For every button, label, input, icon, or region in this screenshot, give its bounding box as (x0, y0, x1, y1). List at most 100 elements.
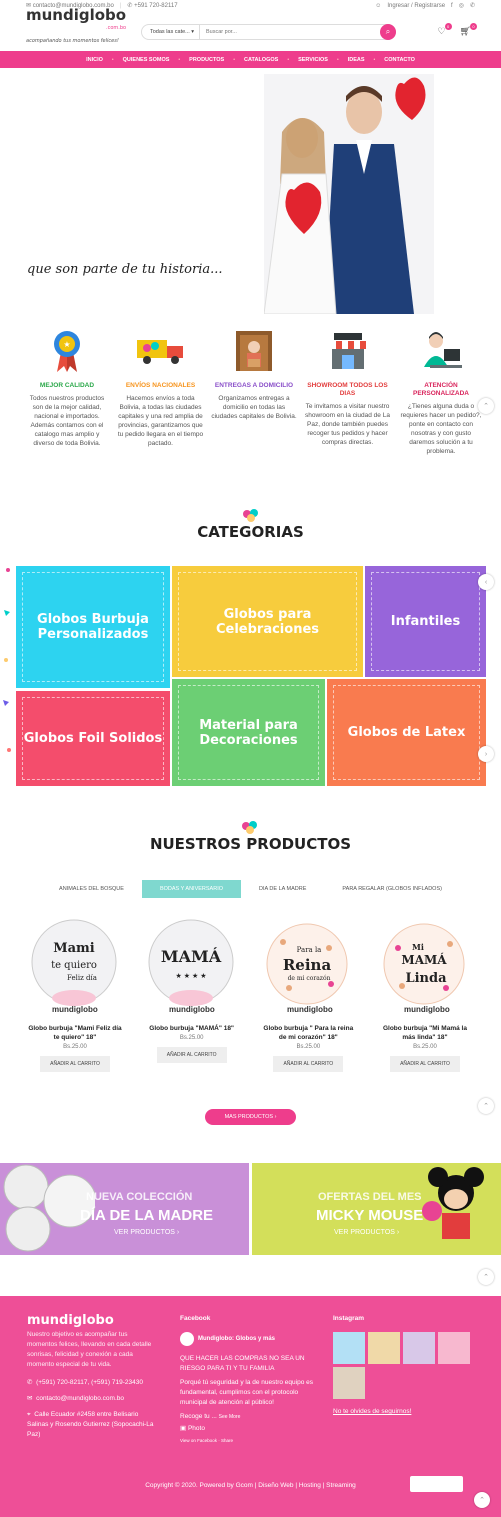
product-list: Mami te quiero Feliz día mundiglobo Globo b… (26, 918, 474, 1072)
add-to-cart-button[interactable]: AÑADIR AL CARRITO (156, 1047, 227, 1063)
tab-para-regalar[interactable]: PARA REGALAR (GLOBOS INFLADOS) (324, 880, 460, 898)
banner-micky-mouse[interactable]: OFERTAS DEL MES MICKY MOUSE VER PRODUCTO… (252, 1163, 501, 1255)
tab-animales-del-bosque[interactable]: ANIMALES DEL BOSQUE (41, 880, 142, 898)
footer-logo[interactable]: mundiglobo (27, 1314, 155, 1327)
instagram-photo[interactable] (368, 1332, 400, 1364)
wishlist-count: 0 (444, 23, 452, 30)
add-to-cart-button[interactable]: AÑADIR AL CARRITO (273, 1056, 344, 1072)
logo[interactable]: mundiglobo .com.bo acompañando tus momen… (26, 7, 126, 48)
category-globos-latex[interactable]: Globos de Latex (327, 679, 486, 786)
feature-text: Hacemos envíos a toda Bolivia, a todas l… (117, 395, 204, 447)
feature-quality: ★ MEJOR CALIDAD Todos nuestros productos… (24, 326, 110, 456)
banner-right-line1: OFERTAS DEL MES (318, 1191, 422, 1203)
nav-servicios[interactable]: SERVICIOS (289, 57, 337, 63)
product-watermark: mundiglobo (169, 1005, 215, 1014)
nav-ideas[interactable]: IDEAS (339, 57, 374, 63)
add-to-cart-button[interactable]: AÑADIR AL CARRITO (390, 1056, 460, 1072)
fb-post-title: QUE HACER LAS COMPRAS NO SEA UN RIESGO P… (180, 1355, 305, 1372)
product-name[interactable]: Globo burbuja "Mami Feliz día te quiero"… (26, 1024, 124, 1042)
product-watermark: mundiglobo (404, 1005, 450, 1014)
tab-dia-de-la-madre[interactable]: DIA DE LA MADRE (241, 880, 324, 898)
header-icons: ♡ 0 🛒︎ 0 (437, 23, 477, 37)
category-celebraciones[interactable]: Globos para Celebraciones (172, 566, 363, 677)
category-globos-burbuja[interactable]: Globos Burbuja Personalizados (16, 566, 170, 688)
feature-title: ENTREGAS A DOMICILIO (214, 382, 294, 389)
nav-quienes-somos[interactable]: QUIENES SOMOS (114, 57, 179, 63)
scroll-up-button[interactable]: ⌃ (478, 1098, 494, 1114)
fb-see-more-link[interactable]: See More (219, 1414, 241, 1420)
product-card: Mami te quiero Feliz día mundiglobo Globo b… (26, 918, 124, 1072)
fb-view-link[interactable]: View on Facebook · Share (180, 1436, 320, 1446)
features-row: ★ MEJOR CALIDAD Todos nuestros productos… (24, 326, 484, 456)
nav-inicio[interactable]: INICIO (77, 57, 112, 63)
product-name[interactable]: Globo burbuja "MAMÁ" 18" (143, 1024, 241, 1033)
top-phone[interactable]: +591 720-82117 (134, 3, 177, 9)
footer-about: mundiglobo Nuestro objetivo es acompañar… (27, 1314, 155, 1440)
footer-phones: ✆ (+591) 720-82117, (+591) 719-23430 (27, 1379, 143, 1386)
carousel-prev-button[interactable]: ‹ (478, 574, 494, 590)
fb-page-name[interactable]: Mundiglobo: Globos y más (198, 1334, 275, 1344)
facebook-icon[interactable]: f (451, 3, 453, 9)
payment-badge (410, 1476, 463, 1492)
product-image[interactable]: MAMÁ ★ ★ ★ ★ mundiglobo (143, 918, 239, 1014)
product-image[interactable]: Mi MAMÁ Linda mundiglobo (376, 918, 472, 1014)
user-icon: ☺ (375, 2, 382, 9)
instagram-icon[interactable]: ◎ (459, 2, 464, 9)
instagram-photo[interactable] (333, 1332, 365, 1364)
search-bar: Todas las cate... ▾ ⌕ (141, 24, 396, 40)
hero-couple-image (264, 74, 434, 314)
category-material-decoraciones[interactable]: Material para Decoraciones (172, 679, 325, 786)
phone-icon: ✆ (27, 1379, 33, 1386)
tab-bodas-aniversario[interactable]: BODAS Y ANIVERSARIO (141, 880, 242, 898)
search-category-select[interactable]: Todas las cate... ▾ (142, 25, 200, 39)
instagram-follow-link[interactable]: No te olvides de seguirnos! (333, 1407, 478, 1417)
footer-address: ⌖ Calle Ecuador #2458 entre Belisario Sa… (27, 1411, 154, 1438)
nav-catalogos[interactable]: CATALOGOS (235, 57, 287, 63)
products-title: NUESTROS PRODUCTOS (149, 835, 352, 853)
category-foil-solidos[interactable]: Globos Foil Solidos (16, 691, 170, 786)
banner-dia-de-la-madre[interactable]: NUEVA COLECCIÓN DÍA DE LA MADRE VER PROD… (0, 1163, 249, 1255)
svg-text:★: ★ (63, 340, 70, 349)
nav-contacto[interactable]: CONTACTO (375, 57, 424, 63)
product-name[interactable]: Globo burbuja "Mi Mamá la más linda" 18" (376, 1024, 474, 1042)
banner-left-line1: NUEVA COLECCIÓN (86, 1191, 193, 1203)
login-link[interactable]: Ingresar / Registrarse (387, 3, 445, 9)
whatsapp-icon[interactable]: ✆ (470, 2, 475, 9)
instagram-photo[interactable] (403, 1332, 435, 1364)
banner-left-link[interactable]: VER PRODUCTOS › (114, 1229, 179, 1236)
footer-facebook: Facebook Mundiglobo: Globos y más QUE HA… (180, 1314, 320, 1446)
cart-icon[interactable]: 🛒︎ 0 (460, 23, 477, 37)
category-infantiles[interactable]: Infantiles (365, 566, 486, 677)
scroll-up-button[interactable]: ⌃ (478, 398, 494, 414)
fb-photo[interactable]: Photo (188, 1425, 205, 1432)
product-art-line1: MAMÁ (161, 946, 222, 966)
cart-count: 0 (470, 23, 477, 30)
hero-slider[interactable]: que son parte de tu historia... ‹ (0, 68, 501, 314)
support-agent-icon (424, 332, 462, 368)
product-image[interactable]: Mami te quiero Feliz día mundiglobo (26, 918, 122, 1014)
search-button[interactable]: ⌕ (380, 24, 396, 40)
search-icon: ⌕ (385, 27, 391, 36)
fb-page-avatar[interactable] (180, 1332, 194, 1346)
categories-title: CATEGORIAS (197, 523, 304, 541)
banner-right-link[interactable]: VER PRODUCTOS › (334, 1229, 399, 1236)
product-watermark: mundiglobo (52, 1005, 98, 1014)
scroll-up-button[interactable]: ⌃ (478, 1269, 494, 1285)
instagram-photo[interactable] (333, 1367, 365, 1399)
search-input[interactable] (200, 29, 380, 35)
product-card: Para la Reina de mi corazón mundiglobo Glob… (259, 918, 357, 1072)
nav-productos[interactable]: PRODUCTOS (180, 57, 233, 63)
add-to-cart-button[interactable]: AÑADIR AL CARRITO (40, 1056, 110, 1072)
back-to-top-button[interactable]: ⌃ (474, 1492, 490, 1508)
location-icon: ⌖ (27, 1411, 31, 1418)
more-products-button[interactable]: MAS PRODUCTOS › (205, 1109, 296, 1125)
carousel-next-button[interactable]: › (478, 746, 494, 762)
product-image[interactable]: Para la Reina de mi corazón mundiglobo (259, 918, 355, 1014)
product-name[interactable]: Globo burbuja " Para la reina de mi cora… (259, 1024, 357, 1042)
wishlist-icon[interactable]: ♡ 0 (437, 23, 452, 37)
product-watermark: mundiglobo (287, 1005, 333, 1014)
award-ribbon-icon: ★ (54, 331, 80, 372)
instagram-photo[interactable] (438, 1332, 470, 1364)
logo-tagline: acompañando tus momentos felices! (26, 37, 119, 44)
fb-post-body: Porqué tú seguridad y la de nuestro equi… (180, 1379, 313, 1406)
